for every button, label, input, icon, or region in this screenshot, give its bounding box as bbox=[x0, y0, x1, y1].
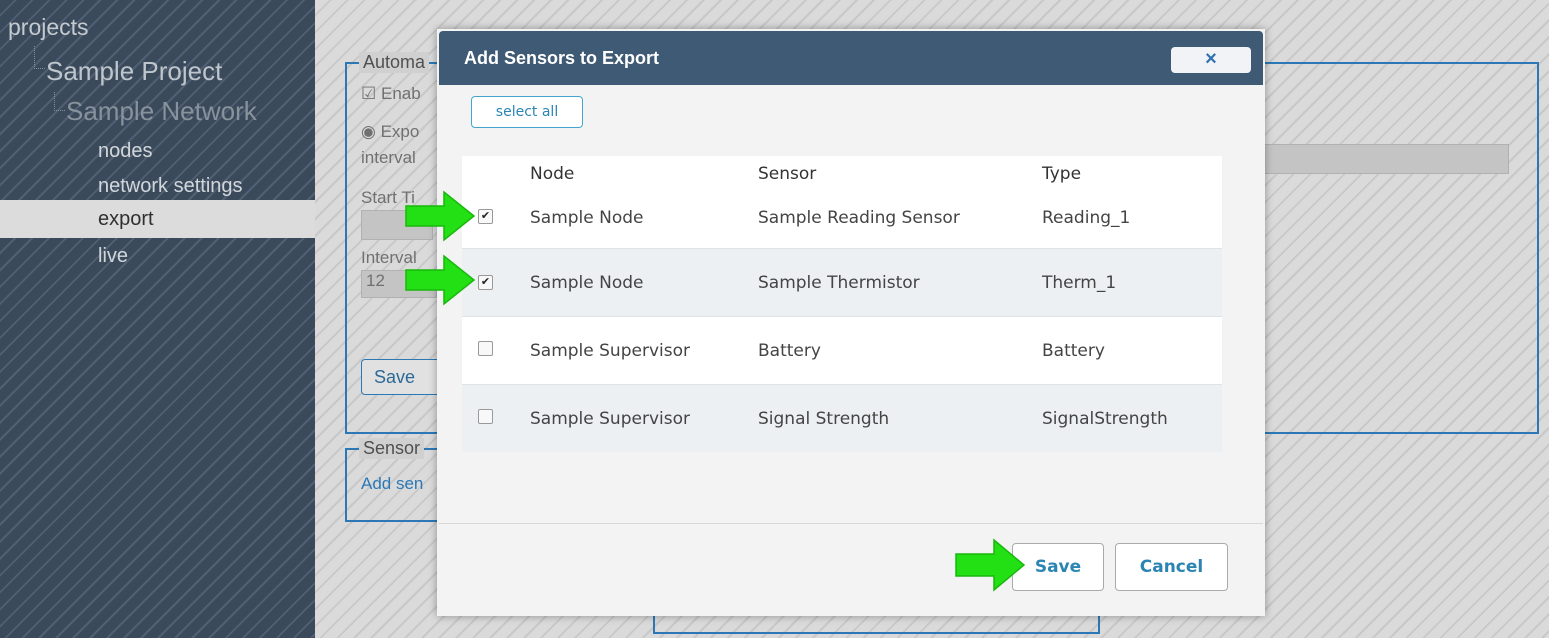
add-sensors-modal: Add Sensors to Export × select all Node … bbox=[437, 29, 1265, 616]
cell-sensor: Sample Thermistor bbox=[758, 273, 920, 293]
cell-sensor: Signal Strength bbox=[758, 409, 890, 429]
row-checkbox[interactable]: ✔ bbox=[478, 209, 493, 224]
cell-node: Sample Node bbox=[530, 273, 644, 293]
table-row[interactable]: ✔ Sample Node Sample Reading Sensor Read… bbox=[462, 196, 1222, 249]
row-checkbox[interactable] bbox=[478, 341, 493, 356]
green-arrow-icon bbox=[405, 190, 476, 242]
cell-sensor: Battery bbox=[758, 341, 821, 361]
modal-title: Add Sensors to Export bbox=[464, 48, 660, 68]
row-checkbox[interactable]: ✔ bbox=[478, 275, 493, 290]
close-icon: × bbox=[1205, 48, 1217, 70]
cancel-button[interactable]: Cancel bbox=[1115, 543, 1228, 591]
table-row[interactable]: Sample Supervisor Battery Battery bbox=[462, 317, 1222, 385]
select-all-button[interactable]: select all bbox=[471, 96, 583, 128]
row-checkbox[interactable] bbox=[478, 409, 493, 424]
cell-type: SignalStrength bbox=[1042, 409, 1168, 429]
cell-node: Sample Node bbox=[530, 208, 644, 228]
column-header-type: Type bbox=[1042, 164, 1082, 184]
table-header: Node Sensor Type bbox=[462, 156, 1222, 196]
modal-footer-divider bbox=[439, 523, 1263, 524]
green-arrow-icon bbox=[955, 538, 1026, 592]
table-row[interactable]: ✔ Sample Node Sample Thermistor Therm_1 bbox=[462, 249, 1222, 317]
cell-type: Battery bbox=[1042, 341, 1105, 361]
column-header-sensor: Sensor bbox=[758, 164, 817, 184]
cell-sensor: Sample Reading Sensor bbox=[758, 208, 960, 228]
column-header-node: Node bbox=[530, 164, 575, 184]
cell-type: Therm_1 bbox=[1042, 273, 1117, 293]
modal-header: Add Sensors to Export × bbox=[439, 31, 1263, 85]
close-button[interactable]: × bbox=[1171, 47, 1251, 73]
cell-node: Sample Supervisor bbox=[530, 341, 690, 361]
cell-node: Sample Supervisor bbox=[530, 409, 690, 429]
table-row[interactable]: Sample Supervisor Signal Strength Signal… bbox=[462, 385, 1222, 452]
green-arrow-icon bbox=[405, 254, 476, 306]
sensor-table: Node Sensor Type ✔ Sample Node Sample Re… bbox=[462, 156, 1222, 452]
cell-type: Reading_1 bbox=[1042, 208, 1131, 228]
